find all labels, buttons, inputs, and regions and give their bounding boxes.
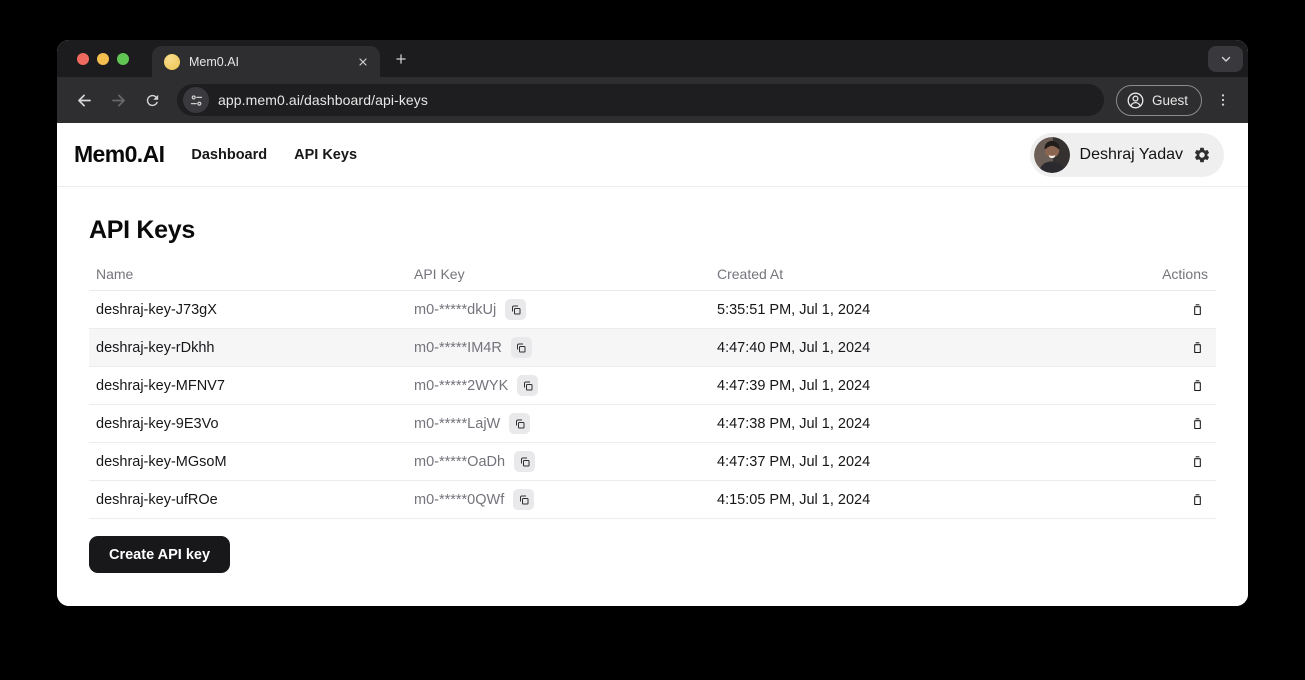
person-icon (1127, 92, 1144, 108)
table-header-row: Name API Key Created At Actions (89, 258, 1216, 291)
user-name: Deshraj Yadav (1079, 145, 1183, 163)
delete-trash-icon[interactable] (1186, 413, 1208, 435)
masked-api-key: m0-*****OaDh (414, 453, 506, 470)
masked-api-key: m0-*****2WYK (414, 377, 509, 394)
site-settings-icon[interactable] (183, 87, 209, 113)
table-row: deshraj-key-MGsoM m0-*****OaDh 4:47:37 P… (89, 443, 1216, 481)
created-at: 4:47:39 PM, Jul 1, 2024 (717, 377, 871, 394)
page-title: API Keys (89, 216, 195, 244)
delete-trash-icon[interactable] (1186, 337, 1208, 359)
close-window-button[interactable] (77, 52, 89, 65)
forward-icon[interactable] (103, 85, 133, 115)
masked-api-key: m0-*****dkUj (414, 301, 497, 318)
key-name: deshraj-key-J73gX (96, 301, 217, 318)
copy-icon[interactable] (517, 375, 539, 396)
fullscreen-window-button[interactable] (117, 52, 129, 65)
table-row: deshraj-key-9E3Vo m0-*****LajW 4:47:38 P… (89, 405, 1216, 443)
guest-button[interactable]: Guest (1115, 84, 1202, 116)
settings-gear-icon[interactable] (1193, 146, 1211, 164)
masked-api-key: m0-*****0QWf (414, 491, 505, 508)
main-nav: Dashboard API Keys (191, 147, 357, 163)
mem0-logo[interactable]: Mem0.AI (74, 141, 165, 168)
delete-trash-icon[interactable] (1186, 489, 1208, 511)
delete-trash-icon[interactable] (1186, 375, 1208, 397)
key-name: deshraj-key-ufROe (96, 491, 218, 508)
back-icon[interactable] (69, 85, 99, 115)
created-at: 4:47:38 PM, Jul 1, 2024 (717, 415, 871, 432)
desktop-background: Mem0.AI app.mem0.ai/dashboard/api-keys G… (0, 0, 1305, 680)
copy-icon[interactable] (505, 299, 527, 320)
copy-icon[interactable] (514, 451, 536, 472)
key-name: deshraj-key-MGsoM (96, 453, 227, 470)
delete-trash-icon[interactable] (1186, 299, 1208, 321)
masked-api-key: m0-*****IM4R (414, 339, 502, 356)
user-menu[interactable]: Deshraj Yadav (1029, 132, 1224, 177)
new-tab-button[interactable] (388, 46, 414, 72)
site-header: Mem0.AI Dashboard API Keys Deshraj Yadav (57, 123, 1248, 187)
column-header-actions: Actions (1162, 266, 1208, 282)
browser-toolbar: app.mem0.ai/dashboard/api-keys Guest (57, 77, 1248, 123)
table-row: deshraj-key-MFNV7 m0-*****2WYK 4:47:39 P… (89, 367, 1216, 405)
table-row: deshraj-key-rDkhh m0-*****IM4R 4:47:40 P… (89, 329, 1216, 367)
guest-label: Guest (1151, 92, 1188, 108)
reload-icon[interactable] (137, 85, 167, 115)
column-header-name: Name (96, 266, 134, 282)
key-name: deshraj-key-MFNV7 (96, 377, 225, 394)
api-keys-section: API Keys Name API Key Created At Actions… (57, 187, 1248, 573)
api-keys-table: Name API Key Created At Actions deshraj-… (89, 258, 1216, 519)
browser-tab[interactable]: Mem0.AI (152, 46, 380, 77)
created-at: 4:47:37 PM, Jul 1, 2024 (717, 453, 871, 470)
copy-icon[interactable] (509, 413, 531, 434)
url-text: app.mem0.ai/dashboard/api-keys (218, 92, 429, 108)
created-at: 5:35:51 PM, Jul 1, 2024 (717, 301, 871, 318)
created-at: 4:47:40 PM, Jul 1, 2024 (717, 339, 871, 356)
browser-menu-icon[interactable] (1210, 87, 1236, 113)
create-api-key-button[interactable]: Create API key (89, 536, 231, 573)
page-content: Mem0.AI Dashboard API Keys Deshraj Yadav… (57, 123, 1248, 606)
column-header-api-key: API Key (414, 266, 465, 282)
table-row: deshraj-key-J73gX m0-*****dkUj 5:35:51 P… (89, 291, 1216, 329)
tab-list-chevron-down-icon[interactable] (1208, 46, 1243, 72)
column-header-created-at: Created At (717, 266, 784, 282)
avatar (1033, 136, 1070, 173)
tab-strip: Mem0.AI (57, 40, 1248, 77)
browser-window: Mem0.AI app.mem0.ai/dashboard/api-keys G… (57, 40, 1248, 606)
table-row: deshraj-key-ufROe m0-*****0QWf 4:15:05 P… (89, 481, 1216, 519)
window-controls (77, 40, 129, 77)
nav-item-dashboard[interactable]: Dashboard (191, 147, 267, 163)
key-name: deshraj-key-rDkhh (96, 339, 215, 356)
created-at: 4:15:05 PM, Jul 1, 2024 (717, 491, 871, 508)
tab-title: Mem0.AI (189, 54, 240, 69)
copy-icon[interactable] (513, 489, 535, 510)
key-name: deshraj-key-9E3Vo (96, 415, 219, 432)
delete-trash-icon[interactable] (1186, 451, 1208, 473)
minimize-window-button[interactable] (97, 52, 109, 65)
favicon-icon (164, 53, 180, 70)
copy-icon[interactable] (510, 337, 532, 358)
nav-item-api-keys[interactable]: API Keys (294, 147, 357, 163)
masked-api-key: m0-*****LajW (414, 415, 501, 432)
url-bar[interactable]: app.mem0.ai/dashboard/api-keys (177, 84, 1104, 116)
close-tab-icon[interactable] (354, 53, 372, 71)
